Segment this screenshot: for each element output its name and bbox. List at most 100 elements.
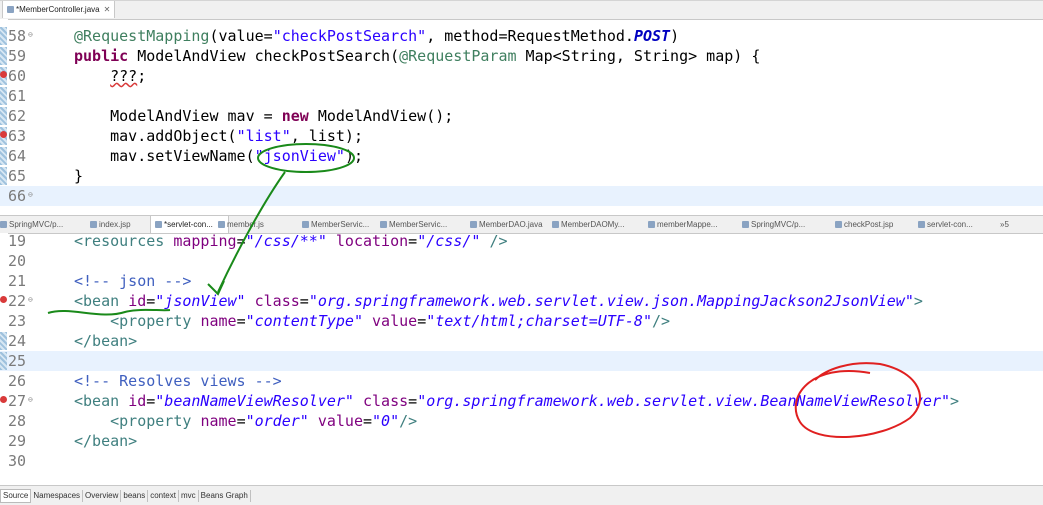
code-text: public ModelAndView checkPostSearch(@Req… (74, 47, 761, 65)
line-number: 24 (8, 332, 27, 350)
change-marker (0, 87, 7, 105)
code-line[interactable]: 23 <property name="contentType" value="t… (0, 311, 1043, 331)
code-line[interactable]: 66 ⊖ (0, 186, 1043, 206)
code-line[interactable]: 28 <property name="order" value="0"/> (0, 411, 1043, 431)
close-icon[interactable]: ✕ (104, 5, 111, 14)
error-icon[interactable] (0, 131, 7, 138)
editor-tab[interactable]: checkPost.jsp (835, 216, 893, 233)
page-tab-beans[interactable]: beans (121, 490, 149, 502)
code-line[interactable]: 59 public ModelAndView checkPostSearch(@R… (0, 46, 1043, 66)
code-text: } (74, 167, 84, 185)
editor-tab[interactable]: member.js (218, 216, 264, 233)
code-text: <!-- json --> (74, 272, 192, 290)
tab-label: MemberServic... (311, 220, 370, 229)
code-line[interactable]: 64 mav.setViewName("jsonView"); (0, 146, 1043, 166)
line-number: 27 (8, 392, 27, 410)
code-line[interactable]: 22 ⊖ <bean id="jsonView" class="org.spring… (0, 291, 1043, 311)
editor-tab[interactable]: MemberDAOMy... (552, 216, 624, 233)
file-icon (648, 221, 655, 228)
line-number: 58 (8, 27, 27, 45)
page-tab-namespaces[interactable]: Namespaces (31, 490, 84, 502)
error-icon[interactable] (0, 71, 7, 78)
editor-tab[interactable]: MemberServic... (302, 216, 369, 233)
editor-tab[interactable]: MemberServic... (380, 216, 447, 233)
tab-label: MemberDAOMy... (561, 220, 625, 229)
line-number: 59 (8, 47, 27, 65)
error-icon[interactable] (0, 296, 7, 303)
file-icon (918, 221, 925, 228)
line-number: 26 (8, 372, 27, 390)
change-marker (0, 167, 7, 185)
code-line[interactable]: 30 (0, 451, 1043, 471)
tab-label: SpringMVC/p... (9, 220, 64, 229)
code-line[interactable]: 29 </bean> (0, 431, 1043, 451)
tab-label: memberMappe... (657, 220, 718, 229)
line-number: 21 (8, 272, 27, 290)
code-text: ???; (110, 67, 147, 85)
change-marker (0, 147, 7, 165)
code-line[interactable]: 58 ⊖ @RequestMapping(value="checkPostSearc… (0, 26, 1043, 46)
code-line[interactable]: 24 </bean> (0, 331, 1043, 351)
code-line[interactable]: 61 (0, 86, 1043, 106)
line-number: 62 (8, 107, 27, 125)
code-line[interactable]: 21 <!-- json --> (0, 271, 1043, 291)
change-marker (0, 107, 7, 125)
line-number: 60 (8, 67, 27, 85)
code-text: <property name="order" value="0"/> (110, 412, 418, 430)
tab-label: checkPost.jsp (844, 220, 894, 229)
editor-tab[interactable]: index.jsp (90, 216, 131, 233)
code-line[interactable]: 63 mav.addObject("list", list); (0, 126, 1043, 146)
code-line[interactable]: 25 (0, 351, 1043, 371)
code-line[interactable]: 65} (0, 166, 1043, 186)
code-line[interactable]: 26 <!-- Resolves views --> (0, 371, 1043, 391)
line-number: 20 (8, 252, 27, 270)
page-tab-source[interactable]: Source (0, 489, 32, 503)
tab-label: *MemberController.java (16, 5, 100, 14)
line-number: 65 (8, 167, 27, 185)
tab-label: member.js (227, 220, 264, 229)
tab-membercontroller[interactable]: *MemberController.java ✕ (2, 1, 116, 18)
line-number: 63 (8, 127, 27, 145)
code-text: mav.addObject("list", list); (74, 127, 363, 145)
java-editor[interactable]: 58 ⊖ @RequestMapping(value="checkPostSearc… (0, 19, 1043, 215)
code-line[interactable]: 19 <resources mapping="/css/**" location=… (0, 233, 1043, 251)
code-text: <bean id="jsonView" class="org.springfra… (74, 292, 923, 310)
page-tab-overview[interactable]: Overview (83, 490, 122, 502)
editor-tab[interactable]: SpringMVC/p... (742, 216, 805, 233)
file-icon (302, 221, 309, 228)
line-number: 66 (8, 187, 27, 205)
code-line[interactable]: 62 ModelAndView mav = new ModelAndView()… (0, 106, 1043, 126)
xml-editor[interactable]: 19 <resources mapping="/css/**" location=… (0, 233, 1043, 485)
line-number: 29 (8, 432, 27, 450)
code-line[interactable]: 27 ⊖ <bean id="beanNameViewResolver" class… (0, 391, 1043, 411)
code-text: ModelAndView mav = new ModelAndView(); (74, 107, 454, 125)
fold-icon[interactable]: ⊖ (28, 30, 33, 39)
error-icon[interactable] (0, 396, 7, 403)
code-line[interactable]: 20 (0, 251, 1043, 271)
line-number: 19 (8, 233, 27, 250)
editor-tab[interactable]: memberMappe... (648, 216, 717, 233)
code-line[interactable]: 60 ???; (0, 66, 1043, 86)
code-text: <property name="contentType" value="text… (110, 312, 671, 330)
page-tab-beans-graph[interactable]: Beans Graph (199, 490, 251, 502)
line-number: 22 (8, 292, 27, 310)
fold-icon[interactable]: ⊖ (28, 190, 33, 199)
file-icon (0, 221, 7, 228)
top-editor-tabbar: *MemberController.java ✕ (0, 0, 1043, 20)
code-text: <!-- Resolves views --> (74, 372, 282, 390)
editor-tab[interactable]: *servlet-con...✕ (150, 216, 229, 233)
fold-icon[interactable]: ⊖ (28, 395, 33, 404)
editor-tab[interactable]: »5 (1000, 216, 1009, 233)
change-marker (0, 27, 7, 45)
line-number: 64 (8, 147, 27, 165)
editor-tab[interactable]: MemberDAO.java (470, 216, 543, 233)
fold-icon[interactable]: ⊖ (28, 295, 33, 304)
code-text: </bean> (74, 332, 138, 350)
page-tab-context[interactable]: context (148, 490, 179, 502)
editor-tab[interactable]: servlet-con... (918, 216, 973, 233)
line-number: 28 (8, 412, 27, 430)
file-icon (380, 221, 387, 228)
page-tab-mvc[interactable]: mvc (179, 490, 199, 502)
file-icon (552, 221, 559, 228)
editor-tab[interactable]: SpringMVC/p... (0, 216, 63, 233)
